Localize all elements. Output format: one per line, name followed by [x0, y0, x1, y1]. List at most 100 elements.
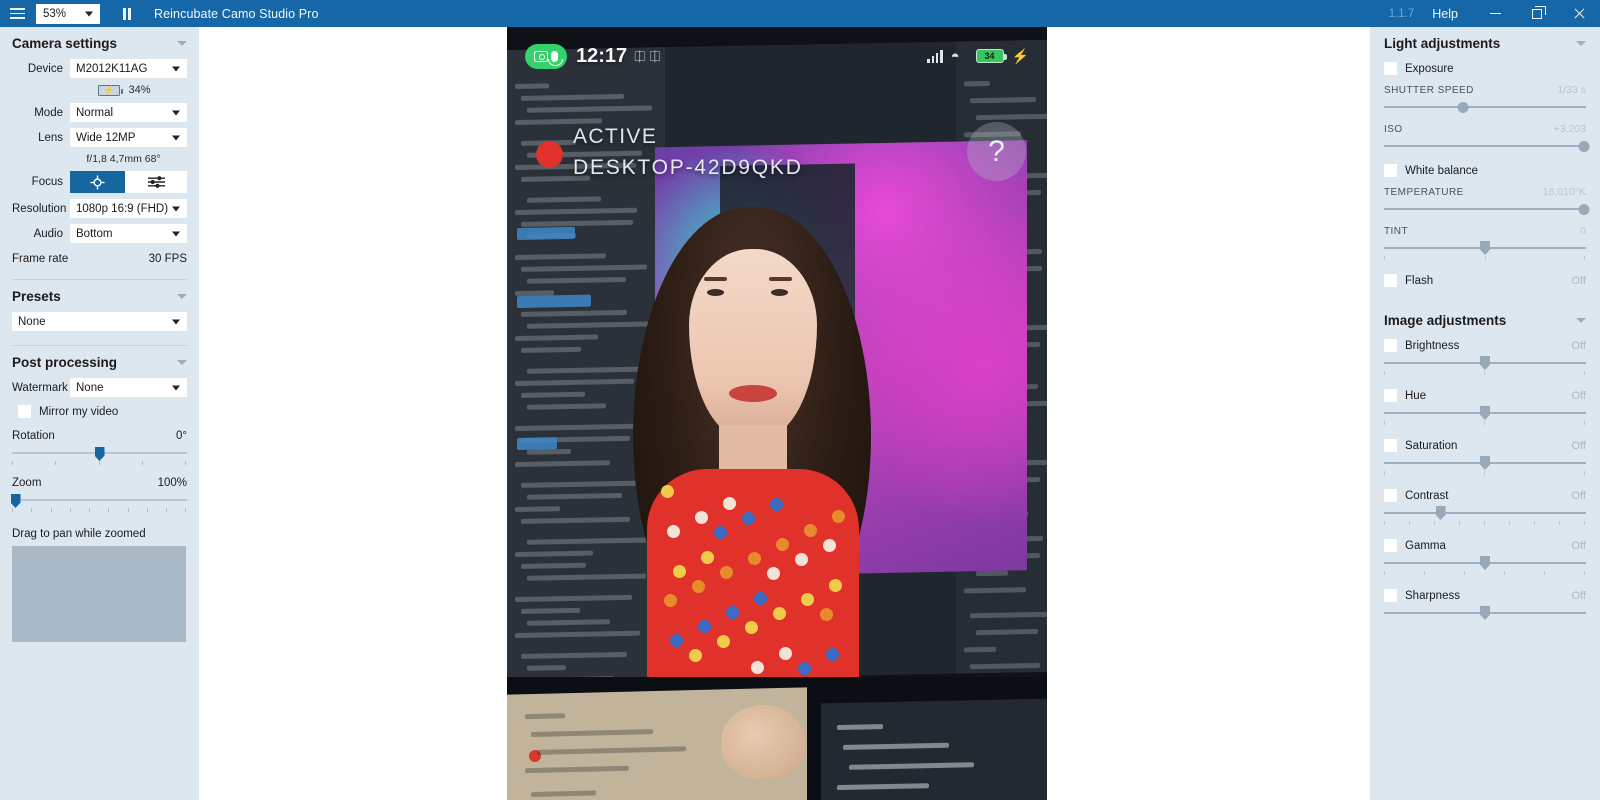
saturation-row[interactable]: Saturation Off — [1384, 439, 1586, 452]
white-balance-checkbox[interactable] — [1384, 164, 1397, 177]
shutter-speed-value: 1/33 s — [1557, 84, 1586, 96]
minimize-button[interactable] — [1474, 0, 1516, 27]
chevron-down-icon[interactable] — [1576, 318, 1586, 323]
iso-thumb[interactable] — [1578, 140, 1590, 152]
saturation-label: Saturation — [1405, 439, 1458, 452]
chevron-down-icon[interactable] — [177, 294, 187, 299]
saturation-thumb[interactable] — [1480, 456, 1490, 470]
gamma-checkbox[interactable] — [1384, 539, 1397, 552]
left-settings-panel: Camera settings Device M2012K11AG ⚡ 34% … — [0, 27, 199, 800]
hamburger-menu-icon[interactable] — [0, 0, 34, 27]
brightness-slider[interactable] — [1384, 356, 1586, 370]
contrast-checkbox[interactable] — [1384, 489, 1397, 502]
battery-percent: 34% — [128, 84, 151, 96]
mode-value: Normal — [76, 106, 114, 119]
gamma-row[interactable]: Gamma Off — [1384, 539, 1586, 552]
brightness-thumb[interactable] — [1480, 356, 1490, 370]
sim-card-icons: ⎅ ⎅ — [634, 47, 661, 64]
brightness-checkbox[interactable] — [1384, 339, 1397, 352]
help-overlay-button[interactable]: ? — [967, 122, 1026, 181]
zoom-thumb[interactable] — [10, 494, 21, 508]
chevron-down-icon[interactable] — [177, 360, 187, 365]
chevron-down-icon[interactable] — [177, 41, 187, 46]
focus-label: Focus — [31, 176, 63, 188]
sharpness-thumb[interactable] — [1480, 606, 1490, 620]
question-mark-icon: ? — [988, 134, 1005, 168]
hue-row[interactable]: Hue Off — [1384, 389, 1586, 402]
flash-value: Off — [1571, 274, 1586, 287]
hue-value: Off — [1571, 389, 1586, 402]
close-button[interactable] — [1558, 0, 1600, 27]
zoom-slider[interactable] — [10, 494, 187, 508]
resolution-select[interactable]: 1080p 16:9 (FHD) — [70, 199, 187, 218]
image-adjustments-title: Image adjustments — [1384, 313, 1507, 328]
shutter-speed-thumb[interactable] — [1457, 101, 1469, 113]
temperature-slider[interactable] — [1384, 202, 1590, 216]
video-preview[interactable]: 12:17 ⎅ ⎅ ◓ 34 ⚡ ACTIVE DESKTOP-42D9QKD … — [507, 27, 1047, 800]
rotation-slider[interactable] — [12, 447, 187, 461]
watermark-select[interactable]: None — [70, 378, 187, 397]
hue-checkbox[interactable] — [1384, 389, 1397, 402]
zoom-level-select[interactable]: 53% — [36, 3, 100, 24]
device-select[interactable]: M2012K11AG — [70, 59, 187, 78]
help-link[interactable]: Help — [1432, 7, 1458, 21]
mode-label: Mode — [34, 106, 63, 119]
contrast-thumb[interactable] — [1435, 506, 1446, 520]
white-balance-row[interactable]: White balance — [1384, 164, 1586, 177]
focus-auto-button[interactable] — [70, 171, 125, 193]
hue-thumb[interactable] — [1480, 406, 1490, 420]
focus-manual-button[interactable] — [125, 171, 187, 193]
brightness-row[interactable]: Brightness Off — [1384, 339, 1586, 352]
mode-select[interactable]: Normal — [70, 103, 187, 122]
exposure-checkbox[interactable] — [1384, 62, 1397, 75]
audio-select[interactable]: Bottom — [70, 224, 187, 243]
iso-slider[interactable] — [1384, 139, 1590, 153]
gamma-label: Gamma — [1405, 539, 1446, 552]
rotation-value: 0° — [176, 430, 187, 442]
sharpness-label: Sharpness — [1405, 589, 1460, 602]
device-row: Device M2012K11AG — [12, 59, 187, 78]
shutter-speed-slider[interactable] — [1384, 100, 1586, 114]
rotation-thumb[interactable] — [94, 447, 105, 461]
pause-button[interactable] — [112, 0, 142, 27]
lens-select[interactable]: Wide 12MP — [70, 128, 187, 147]
maximize-button[interactable] — [1516, 0, 1558, 27]
saturation-checkbox[interactable] — [1384, 439, 1397, 452]
cellular-signal-icon — [927, 49, 943, 63]
preview-second-monitor — [821, 698, 1047, 800]
temperature-thumb[interactable] — [1578, 203, 1590, 215]
sharpness-row[interactable]: Sharpness Off — [1384, 589, 1586, 602]
chevron-down-icon[interactable] — [1576, 41, 1586, 46]
rotation-ticks — [12, 461, 187, 469]
person-lips — [729, 385, 777, 402]
sharpness-checkbox[interactable] — [1384, 589, 1397, 602]
mode-row: Mode Normal — [12, 103, 187, 122]
exposure-row[interactable]: Exposure — [1384, 62, 1586, 75]
sharpness-slider[interactable] — [1384, 606, 1586, 620]
flash-row[interactable]: Flash Off — [1384, 274, 1586, 287]
hue-slider[interactable] — [1384, 406, 1586, 420]
gamma-thumb[interactable] — [1480, 556, 1490, 570]
device-value: M2012K11AG — [76, 62, 148, 75]
contrast-row[interactable]: Contrast Off — [1384, 489, 1586, 502]
saturation-slider[interactable] — [1384, 456, 1586, 470]
mirror-video-checkbox[interactable] — [18, 405, 31, 418]
person-brow-left — [704, 277, 727, 281]
saturation-value: Off — [1571, 439, 1586, 452]
pan-preview-area[interactable] — [12, 546, 186, 642]
tint-slider[interactable] — [1384, 241, 1586, 255]
gamma-slider[interactable] — [1384, 556, 1586, 570]
flash-checkbox[interactable] — [1384, 274, 1397, 287]
preset-select[interactable]: None — [12, 312, 187, 331]
right-adjustments-panel: Light adjustments Exposure SHUTTER SPEED… — [1370, 27, 1600, 800]
camera-settings-title: Camera settings — [12, 36, 118, 51]
chevron-down-icon — [172, 135, 180, 140]
zoom-ticks — [12, 508, 187, 516]
contrast-slider[interactable] — [1384, 506, 1586, 520]
chevron-down-icon — [85, 11, 93, 16]
tint-thumb[interactable] — [1480, 241, 1490, 255]
presets-header: Presets — [12, 289, 187, 304]
focus-row: Focus — [12, 171, 187, 193]
mirror-video-row[interactable]: Mirror my video — [18, 405, 187, 418]
lens-value: Wide 12MP — [76, 131, 136, 144]
